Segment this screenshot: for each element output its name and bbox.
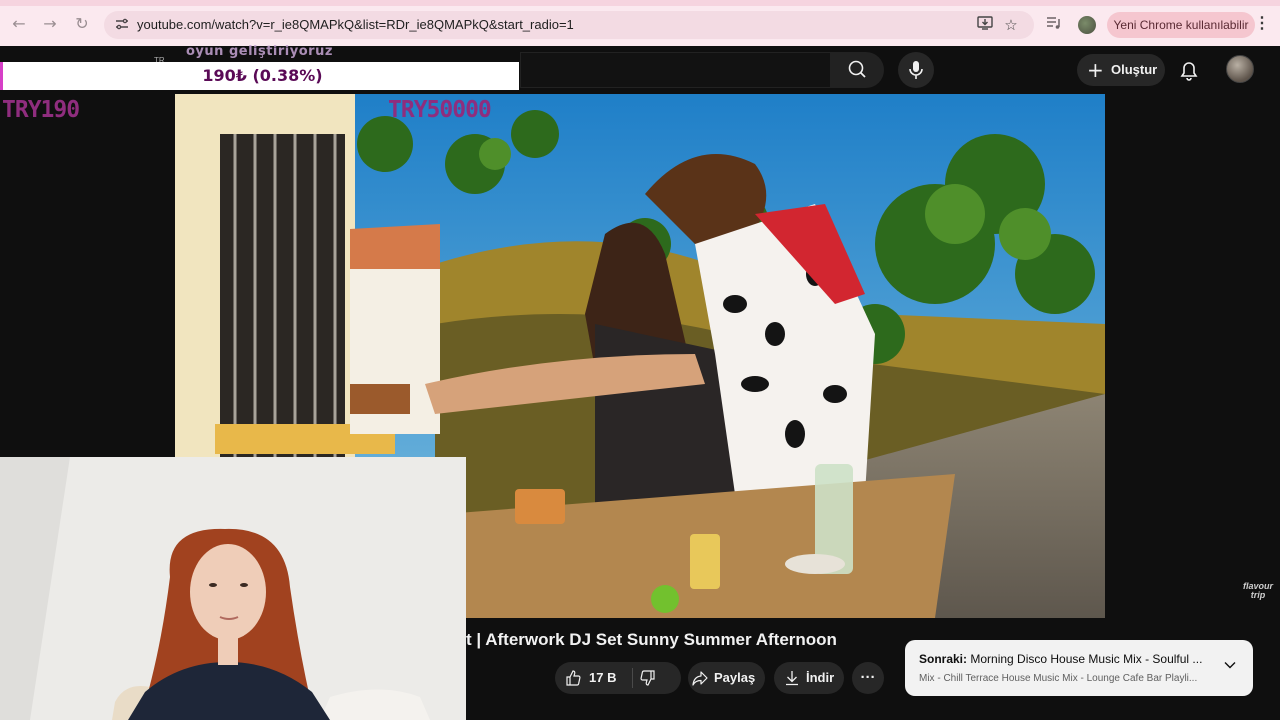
star-icon[interactable]: ☆: [1002, 16, 1020, 34]
tab-strip: [0, 0, 1280, 6]
up-next-prefix: Sonraki:: [919, 652, 968, 666]
browser-toolbar: ← → ↻ youtube.com/watch?v=r_ie8QMAPkQ&li…: [0, 0, 1280, 46]
share-label: Paylaş: [714, 670, 756, 685]
channel-watermark: flavour trip: [1242, 581, 1273, 600]
chevron-down-icon[interactable]: [1223, 658, 1237, 672]
back-icon[interactable]: ←: [9, 14, 29, 34]
profile-avatar[interactable]: [1078, 16, 1096, 34]
more-horizontal-icon: ···: [860, 669, 876, 686]
up-next-subtitle: Mix - Chill Terrace House Music Mix - Lo…: [919, 673, 1198, 684]
download-button[interactable]: İndir: [774, 662, 844, 694]
chrome-update-button[interactable]: Yeni Chrome kullanılabilir: [1107, 12, 1255, 38]
stream-caption-text: oyun geliştiriyoruz: [186, 44, 333, 59]
media-control-icon[interactable]: [1046, 16, 1064, 32]
donation-progress-text: 190₺ (0.38%): [202, 66, 323, 85]
search-icon: [848, 60, 866, 78]
url-text[interactable]: youtube.com/watch?v=r_ie8QMAPkQ&list=RDr…: [137, 17, 574, 32]
tune-icon[interactable]: [114, 17, 130, 33]
kebab-menu-icon[interactable]: ⋮: [1254, 14, 1270, 34]
like-dislike-group: 17 B: [555, 662, 681, 694]
more-actions-button[interactable]: ···: [852, 662, 884, 694]
thumbs-down-icon[interactable]: [640, 670, 656, 686]
webcam-overlay: [0, 457, 466, 720]
donation-current-amount: TRY190: [2, 97, 80, 123]
up-next-title-line: Sonraki: Morning Disco House Music Mix -…: [919, 652, 1202, 666]
create-button[interactable]: + Oluştur: [1077, 54, 1165, 86]
account-avatar[interactable]: [1226, 55, 1254, 83]
donation-goal-amount: TRY50000: [388, 97, 492, 123]
share-button[interactable]: Paylaş: [688, 662, 765, 694]
like-divider: [632, 668, 633, 688]
forward-icon[interactable]: →: [40, 14, 60, 34]
install-app-icon[interactable]: [976, 16, 994, 34]
search-input[interactable]: [520, 52, 830, 88]
up-next-card[interactable]: Sonraki: Morning Disco House Music Mix -…: [905, 640, 1253, 696]
voice-search-button[interactable]: [898, 52, 934, 88]
share-icon: [692, 671, 708, 686]
address-bar[interactable]: youtube.com/watch?v=r_ie8QMAPkQ&list=RDr…: [104, 11, 1034, 39]
bell-icon[interactable]: [1178, 60, 1200, 82]
donation-progress-bar: 190₺ (0.38%): [0, 62, 519, 90]
like-count[interactable]: 17 B: [589, 662, 616, 694]
up-next-title: Morning Disco House Music Mix - Soulful …: [970, 652, 1203, 666]
mic-icon: [909, 61, 923, 79]
download-icon: [786, 671, 798, 686]
webcam-image: [0, 457, 466, 720]
download-label: İndir: [806, 670, 835, 685]
thumbs-up-icon[interactable]: [565, 670, 581, 686]
plus-icon: +: [1087, 58, 1104, 82]
video-title: t | Afterwork DJ Set Sunny Summer Aftern…: [466, 630, 837, 649]
create-label: Oluştur: [1111, 62, 1158, 77]
search-button[interactable]: [830, 52, 884, 88]
screen: ← → ↻ youtube.com/watch?v=r_ie8QMAPkQ&li…: [0, 0, 1280, 720]
reload-icon[interactable]: ↻: [72, 14, 92, 34]
